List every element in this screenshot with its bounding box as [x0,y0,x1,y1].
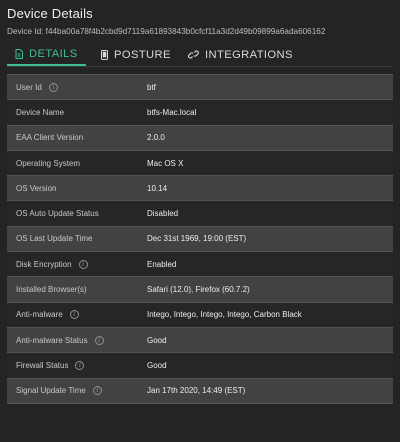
row-label: OS Auto Update Status [16,209,99,219]
row-label-cell: User Id i [7,82,147,92]
row-label: EAA Client Version [16,133,84,143]
tab-integrations-label: INTEGRATIONS [205,48,293,61]
info-icon[interactable]: i [78,259,88,269]
table-row: OS Last Update Time Dec 31st 1969, 19:00 … [7,226,393,253]
phone-icon [101,49,108,60]
tab-posture-label: POSTURE [114,48,171,61]
row-value: Mac OS X [147,158,184,168]
row-label: Device Name [16,107,65,117]
row-label-cell: Disk Encryption i [7,259,147,269]
row-label: OS Version [16,183,57,193]
table-row: Operating System Mac OS X [7,150,393,177]
device-details-panel: Device Details Device Id: f44ba00a78f4b2… [0,0,400,442]
tab-integrations[interactable]: INTEGRATIONS [188,44,293,65]
row-value: 2.0.0 [147,133,165,143]
row-label-cell: Anti-malware i [7,310,147,320]
row-value: Safari (12.0), Firefox (60.7.2) [147,285,250,295]
row-value: Enabled [147,259,177,269]
row-label: Installed Browser(s) [16,285,87,295]
table-row: OS Auto Update Status Disabled [7,201,393,227]
table-row: OS Version 10.14 [7,176,393,202]
link-icon [188,50,199,59]
device-id-text: Device Id: f44ba00a78f4b2cbd9d7119a61893… [7,27,326,36]
row-label-cell: Device Name [7,108,147,117]
row-value: Good [147,335,167,345]
table-row: Signal Update Time i Jan 17th 2020, 14:49 … [7,378,393,404]
row-label: Anti-malware Status [16,335,88,345]
row-value: Disabled [147,209,179,219]
row-label: Firewall Status [16,360,69,370]
row-value: Jan 17th 2020, 14:49 (EST) [147,386,246,396]
document-icon [15,49,23,59]
row-label: Signal Update Time [16,386,86,396]
row-label-cell: EAA Client Version [7,133,147,142]
info-icon[interactable]: i [94,335,104,345]
table-row: Anti-malware i Intego, Intego, Intego, Int… [7,302,393,328]
table-row: Firewall Status i Good [7,353,393,379]
row-value: Good [147,360,167,370]
table-row: EAA Client Version 2.0.0 [7,125,393,151]
tab-details-label: DETAILS [29,48,78,60]
row-value: btfs-Mac.local [147,107,197,117]
row-label: Operating System [16,158,81,168]
row-value: btf [147,82,156,92]
row-value: Dec 31st 1969, 19:00 (EST) [147,234,247,244]
row-value: Intego, Intego, Intego, Intego, Carbon B… [147,310,302,320]
details-table: User Id i btf Device Name btfs-Mac.local EAA … [7,74,393,404]
row-label: User Id [16,82,42,92]
table-row: Anti-malware Status i Good [7,327,393,354]
tab-bar: DETAILS POSTURE INTEGRATIONS [7,44,393,67]
tab-posture[interactable]: POSTURE [101,44,171,65]
info-icon[interactable]: i [75,360,85,370]
info-icon[interactable]: i [92,386,102,396]
row-label-cell: OS Last Update Time [7,234,147,243]
row-label-cell: OS Auto Update Status [7,209,147,218]
row-label-cell: Anti-malware Status i [7,335,147,345]
info-icon[interactable]: i [69,310,79,320]
row-label: Anti-malware [16,310,63,320]
row-label-cell: Operating System [7,159,147,168]
table-row: User Id i btf [7,75,393,101]
table-row: Disk Encryption i Enabled [7,252,393,278]
table-row: Installed Browser(s) Safari (12.0), Firef… [7,277,393,303]
row-value: 10.14 [147,183,168,193]
row-label-cell: OS Version [7,184,147,193]
info-icon[interactable]: i [48,82,58,92]
tab-details[interactable]: DETAILS [7,44,86,66]
row-label-cell: Signal Update Time i [7,386,147,396]
row-label-cell: Firewall Status i [7,360,147,370]
table-row: Device Name btfs-Mac.local [7,100,393,126]
row-label-cell: Installed Browser(s) [7,285,147,294]
row-label: Disk Encryption [16,259,72,269]
page-title: Device Details [7,6,93,21]
row-label: OS Last Update Time [16,234,93,244]
